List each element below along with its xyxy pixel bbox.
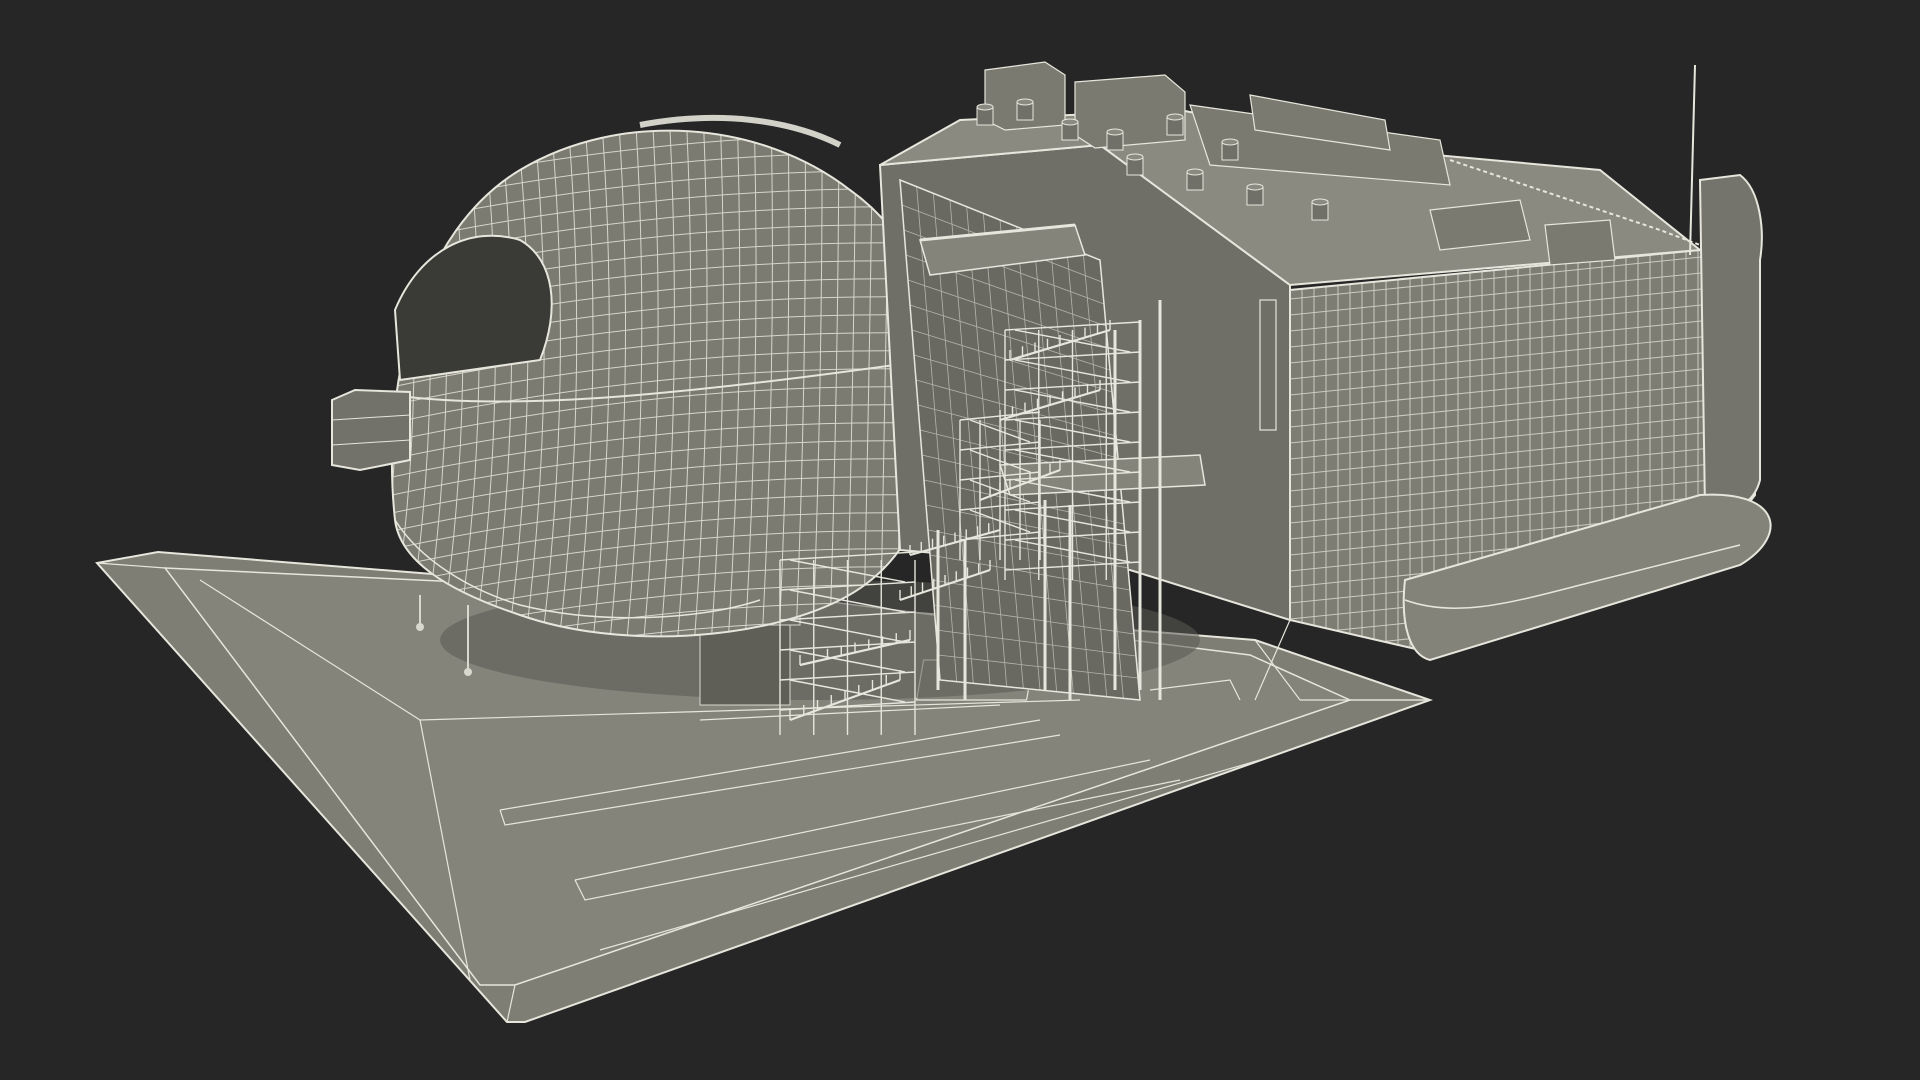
roof-vent-icon (1186, 168, 1204, 191)
corner-tower (1698, 173, 1763, 511)
roof-vent-icon (1061, 118, 1079, 141)
roof-vent-icon (1126, 153, 1144, 176)
antenna (1689, 64, 1696, 256)
render-viewport (0, 0, 1920, 1080)
roof-vent-icon (1166, 113, 1184, 136)
roof-vent-icon (976, 103, 994, 126)
roof-vent-icon (1106, 128, 1124, 151)
dome-front-box (331, 388, 411, 472)
roof-vent-icon (1311, 198, 1329, 221)
dome-opening (393, 234, 553, 382)
roof-vent-icon (1016, 98, 1034, 121)
roof-vent-icon (1246, 183, 1264, 206)
roof-vent-icon (1221, 138, 1239, 161)
wireframe-scene (95, 61, 1772, 1023)
